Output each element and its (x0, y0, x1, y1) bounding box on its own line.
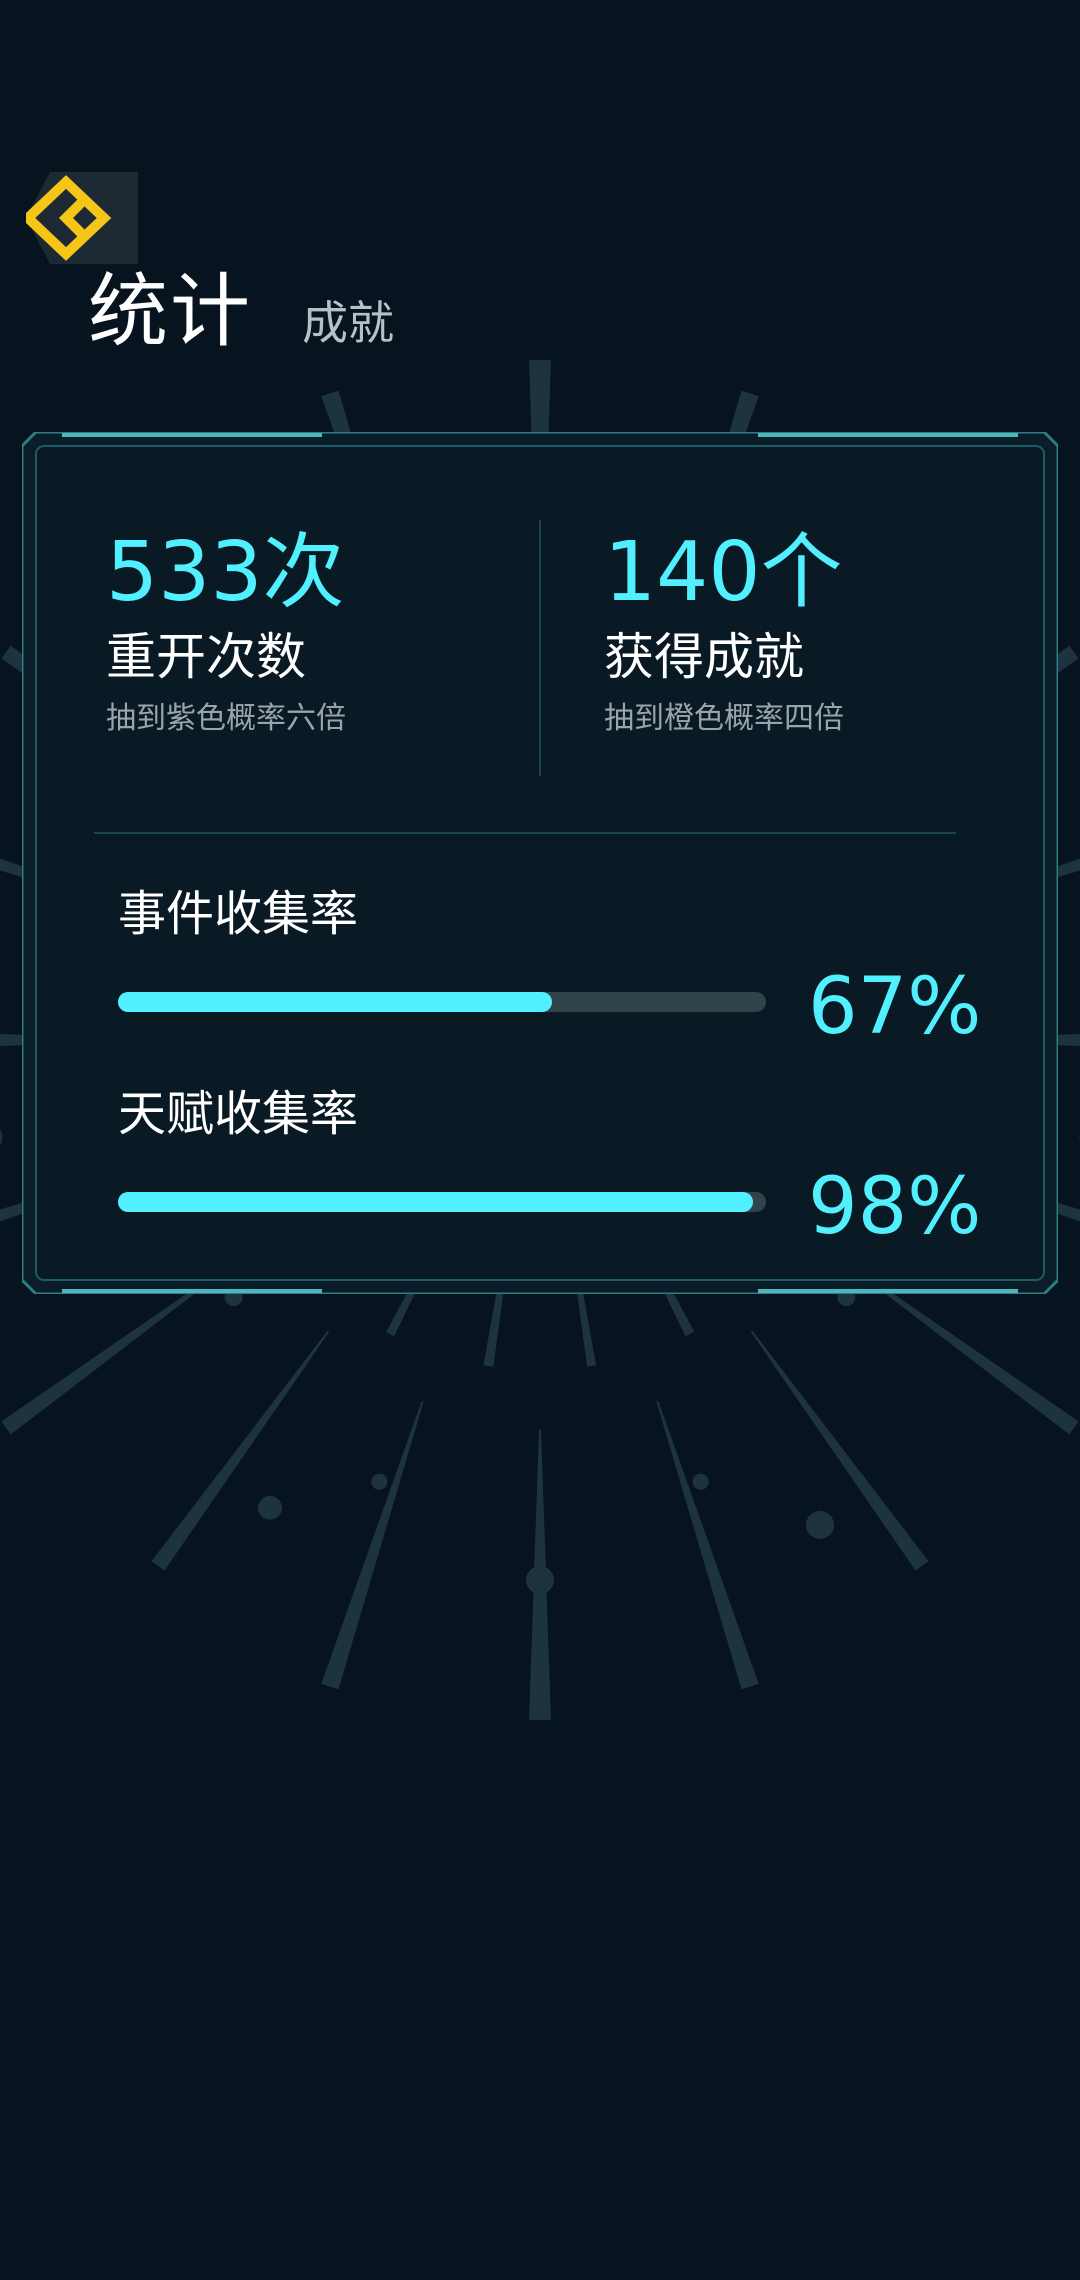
section-divider (94, 832, 956, 834)
stat-achievements: 140个 获得成就 抽到橙色概率四倍 (604, 532, 844, 734)
back-chevron-icon (26, 172, 138, 264)
back-button[interactable] (26, 172, 138, 264)
talent-rate-label: 天赋收集率 (118, 1086, 359, 1142)
burst-dot (806, 1511, 834, 1539)
event-progress-fill (118, 992, 553, 1012)
stat-achievements-value: 140个 (604, 525, 843, 620)
talent-progress-track (118, 1192, 766, 1212)
burst-dot (692, 1473, 709, 1490)
event-rate-label: 事件收集率 (118, 886, 359, 942)
stat-restarts: 533次 重开次数 抽到紫色概率六倍 (106, 532, 346, 734)
tab-achievements[interactable]: 成就 (302, 300, 394, 346)
burst-dot (526, 1566, 554, 1594)
event-collection-rate: 事件收集率 67% (118, 886, 981, 1046)
burst-dot (0, 1129, 3, 1146)
stat-restarts-value: 533次 (106, 525, 345, 620)
burst-dot (371, 1473, 388, 1490)
talent-collection-rate: 天赋收集率 98% (118, 1086, 981, 1246)
burst-dot (258, 1495, 282, 1520)
burst-ray (151, 1330, 330, 1571)
talent-rate-percent: 98% (808, 1162, 982, 1252)
tab-bar: 统计 成就 (88, 272, 394, 352)
tab-stats[interactable]: 统计 (88, 272, 252, 352)
stat-achievements-label: 获得成就 (604, 628, 804, 686)
burst-ray (321, 1401, 424, 1690)
stat-restarts-note: 抽到紫色概率六倍 (106, 701, 346, 736)
burst-ray (656, 1401, 759, 1690)
stat-restarts-label: 重开次数 (106, 628, 306, 686)
burst-ray (750, 1330, 929, 1571)
stats-panel: 533次 重开次数 抽到紫色概率六倍 140个 获得成就 抽到橙色概率四倍 事件… (22, 432, 1058, 1294)
event-rate-percent: 67% (808, 962, 982, 1052)
stat-achievements-note: 抽到橙色概率四倍 (604, 701, 844, 736)
event-progress-track (118, 992, 766, 1012)
talent-progress-fill (118, 1192, 754, 1212)
stat-divider (539, 520, 541, 776)
